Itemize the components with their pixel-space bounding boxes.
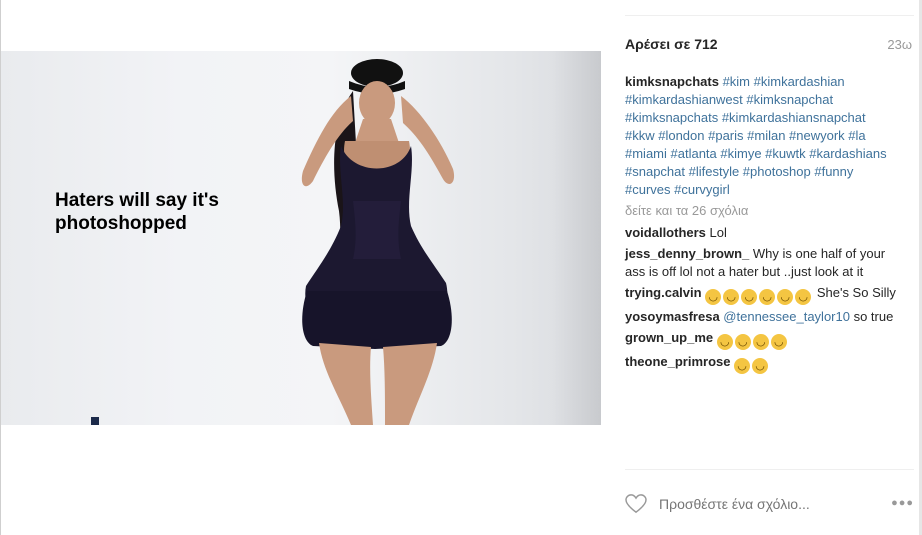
comment-item: trying.calvin ◡ ◡ ◡ ◡ ◡ ◡ She's So Silly [625, 284, 897, 305]
comment-text: Lol [709, 225, 727, 240]
comment-username[interactable]: jess_denny_brown_ [625, 246, 749, 261]
photo-caption: Haters will say it's photoshopped [55, 190, 219, 234]
laughing-emoji-icon: ◡ [716, 334, 733, 350]
comment-item: jess_denny_brown_ Why is one half of you… [625, 245, 897, 281]
laughing-emoji-icon: ◡ [777, 289, 794, 305]
laughing-emoji-icon: ◡ [734, 358, 751, 374]
woman-figure-illustration [91, 59, 455, 425]
view-all-comments-link[interactable]: δείτε και τα 26 σχόλια [625, 202, 897, 220]
comment-item: grown_up_me ◡ ◡ ◡ ◡ [625, 329, 897, 350]
laughing-emoji-icon: ◡ [723, 289, 740, 305]
comment-username[interactable]: grown_up_me [625, 330, 713, 345]
post-timestamp[interactable]: 23ω [887, 37, 912, 52]
comments-list: kimksnapchats #kim #kimkardashian #kimka… [625, 73, 897, 377]
comment-mention[interactable]: @tennessee_taylor10 [723, 309, 850, 324]
comment-item: voidallothers Lol [625, 224, 897, 242]
laughing-emoji-icon: ◡ [759, 289, 776, 305]
likes-count[interactable]: Αρέσει σε 712 [625, 36, 718, 52]
comment-username[interactable]: theone_primrose [625, 354, 730, 369]
more-options-icon[interactable]: ●●● [891, 497, 914, 509]
comment-username[interactable]: yosoymasfresa [625, 309, 720, 324]
post-photo[interactable]: Haters will say it's photoshopped [1, 51, 601, 425]
laughing-emoji-icon: ◡ [795, 289, 812, 305]
description-username[interactable]: kimksnapchats [625, 74, 719, 89]
header-divider [625, 15, 914, 16]
laughing-emoji-icon: ◡ [752, 334, 769, 350]
heart-icon[interactable] [625, 494, 647, 514]
laughing-emoji-icon: ◡ [752, 358, 769, 374]
post-description: kimksnapchats #kim #kimkardashian #kimka… [625, 73, 897, 199]
add-comment-input[interactable] [659, 496, 859, 512]
laughing-emoji-icon: ◡ [705, 289, 722, 305]
comment-username[interactable]: trying.calvin [625, 285, 702, 300]
footer-divider [625, 469, 914, 470]
laughing-emoji-icon: ◡ [734, 334, 751, 350]
comment-text: She's So Silly [816, 285, 896, 300]
comment-username[interactable]: voidallothers [625, 225, 706, 240]
description-hashtags[interactable]: #kim #kimkardashian #kimkardashianwest #… [625, 74, 887, 197]
comment-item: theone_primrose ◡ ◡ [625, 353, 897, 374]
comment-item: yosoymasfresa @tennessee_taylor10 so tru… [625, 308, 897, 326]
laughing-emoji-icon: ◡ [741, 289, 758, 305]
comment-text: so true [853, 309, 894, 324]
laughing-emoji-icon: ◡ [770, 334, 787, 350]
post-sidebar: Αρέσει σε 712 23ω kimksnapchats #kim #ki… [601, 0, 922, 535]
